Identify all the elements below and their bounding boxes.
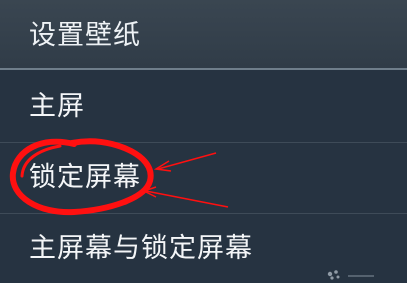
option-lock-screen-label: 锁定屏幕: [29, 162, 141, 193]
wallpaper-dialog: 设置壁纸 主屏 锁定屏幕 主屏幕与锁定屏幕: [0, 0, 407, 281]
option-home-screen-label: 主屏: [29, 91, 85, 122]
dialog-header: 设置壁纸: [0, 0, 407, 70]
dialog-title: 设置壁纸: [29, 20, 141, 51]
watermark-dots-icon: [327, 270, 374, 280]
option-home-and-lock-screen-label: 主屏幕与锁定屏幕: [29, 233, 253, 264]
option-home-screen[interactable]: 主屏: [0, 72, 407, 141]
option-lock-screen[interactable]: 锁定屏幕: [0, 143, 407, 212]
